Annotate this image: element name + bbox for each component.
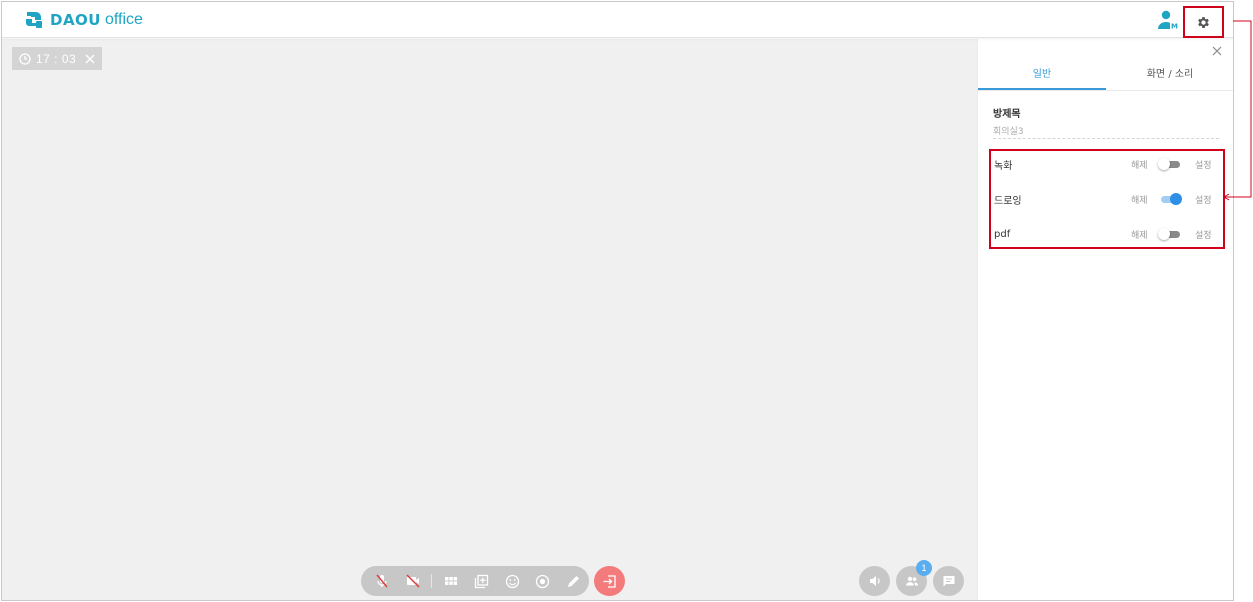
screen-share-button[interactable] (466, 566, 497, 596)
timer-value: 17 : 03 (36, 51, 77, 66)
setting-row-recording: 녹화 해제 설정 (991, 154, 1223, 174)
chat-icon (943, 576, 954, 587)
meeting-window: DAOU office M 17 : 03 1 일반 화면 / 소리 방제목 회… (1, 1, 1234, 601)
off-label: 해제 (1131, 230, 1148, 241)
setting-row-pdf: pdf 해제 설정 (991, 224, 1223, 244)
room-title-label: 방제목 (993, 109, 1021, 120)
daou-office-logo[interactable]: DAOU office (24, 9, 143, 31)
off-label: 해제 (1131, 160, 1148, 171)
setting-row-drawing: 드로잉 해제 설정 (991, 189, 1223, 209)
room-title-input[interactable] (993, 123, 1219, 139)
logo-product-text: office (105, 11, 143, 28)
emoji-icon (505, 574, 519, 588)
drawing-toggle[interactable] (1158, 193, 1182, 205)
layout-button[interactable] (435, 566, 466, 596)
chat-button[interactable] (933, 566, 964, 596)
settings-tabs: 일반 화면 / 소리 (978, 63, 1233, 91)
leave-meeting-button[interactable] (594, 566, 625, 596)
emoji-button[interactable] (497, 566, 528, 596)
off-label: 해제 (1131, 195, 1148, 206)
recording-toggle[interactable] (1158, 158, 1182, 170)
top-header: DAOU office M (2, 2, 1233, 38)
on-label: 설정 (1195, 195, 1212, 206)
camera-toggle-button[interactable] (398, 566, 429, 596)
exit-icon (603, 574, 616, 588)
on-label: 설정 (1195, 230, 1212, 241)
svg-text:M: M (1171, 23, 1178, 31)
participant-count-badge: 1 (916, 560, 932, 576)
participants-icon (905, 576, 918, 586)
pen-icon (568, 575, 580, 587)
screen-share-icon (474, 574, 489, 588)
toolbar-divider (431, 574, 433, 588)
setting-name: pdf (994, 228, 1011, 240)
settings-panel: 일반 화면 / 소리 방제목 녹화 해제 설정 드로잉 해제 설정 pdf 해제 (977, 39, 1233, 600)
tab-general[interactable]: 일반 (978, 63, 1106, 90)
mic-toggle-button[interactable] (367, 566, 398, 596)
video-stage: 17 : 03 1 (2, 39, 977, 600)
logo-brand-text: DAOU (50, 11, 101, 29)
pdf-toggle[interactable] (1158, 228, 1182, 240)
camera-off-icon (406, 574, 420, 588)
settings-options-box: 녹화 해제 설정 드로잉 해제 설정 pdf 해제 설정 (989, 149, 1225, 249)
media-toolbar (361, 566, 589, 596)
mic-off-icon (376, 574, 388, 588)
record-button[interactable] (528, 566, 559, 596)
speaker-button[interactable] (859, 566, 890, 596)
meeting-timer: 17 : 03 (12, 47, 102, 70)
tab-screen-sound[interactable]: 화면 / 소리 (1106, 63, 1233, 90)
setting-name: 드로잉 (994, 195, 1022, 207)
clock-icon (19, 52, 31, 65)
record-icon (536, 574, 550, 588)
user-profile-icon[interactable]: M (1158, 10, 1180, 30)
drawing-button[interactable] (558, 566, 589, 596)
on-label: 설정 (1195, 160, 1212, 171)
speaker-icon (869, 576, 880, 586)
setting-name: 녹화 (994, 160, 1013, 172)
settings-button[interactable] (1183, 6, 1224, 38)
panel-close-button[interactable] (1209, 43, 1225, 59)
logo-mark-icon (26, 12, 42, 28)
close-icon (1212, 46, 1222, 56)
grid-layout-icon (444, 577, 457, 585)
timer-close-icon[interactable] (85, 54, 95, 64)
gear-icon (1198, 16, 1209, 28)
